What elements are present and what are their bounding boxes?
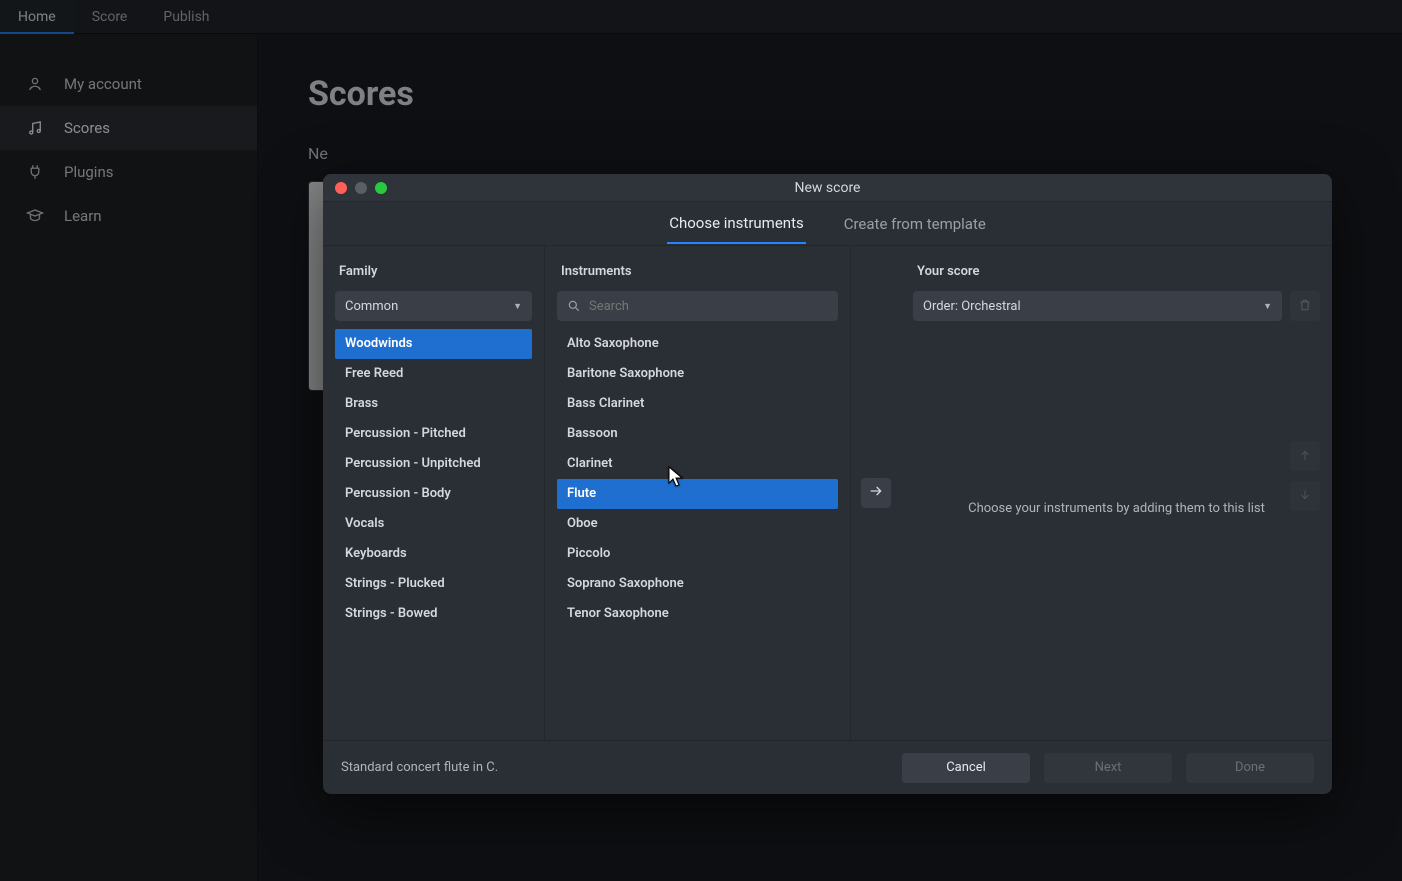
instrument-item[interactable]: Flute [557, 479, 838, 509]
empty-score-message: Choose your instruments by adding them t… [901, 501, 1332, 516]
family-item[interactable]: Brass [335, 389, 532, 419]
instrument-item[interactable]: Clarinet [557, 449, 838, 479]
instrument-item[interactable]: Soprano Saxophone [557, 569, 838, 599]
trash-icon [1298, 297, 1312, 316]
delete-instrument-button [1290, 291, 1320, 321]
your-score-heading: Your score [917, 264, 1320, 279]
instrument-item[interactable]: Tenor Saxophone [557, 599, 838, 629]
tab-create-from-template[interactable]: Create from template [842, 205, 988, 243]
tab-choose-instruments[interactable]: Choose instruments [667, 204, 806, 244]
instrument-item[interactable]: Oboe [557, 509, 838, 539]
dialog-titlebar[interactable]: New score [323, 174, 1332, 202]
search-icon [567, 299, 581, 313]
instrument-item[interactable]: Baritone Saxophone [557, 359, 838, 389]
instruments-heading: Instruments [561, 264, 838, 279]
arrow-right-icon [868, 483, 884, 503]
add-instrument-button[interactable] [861, 478, 891, 508]
score-order-select[interactable]: Order: Orchestral ▼ [913, 291, 1282, 321]
family-item[interactable]: Woodwinds [335, 329, 532, 359]
arrow-down-icon [1298, 487, 1312, 506]
family-item[interactable]: Percussion - Pitched [335, 419, 532, 449]
next-button: Next [1044, 753, 1172, 783]
instruments-panel: Instruments Alto Saxophone Baritone Saxo… [545, 246, 851, 740]
tab-label: Choose instruments [669, 214, 804, 232]
done-button: Done [1186, 753, 1314, 783]
reorder-controls [1290, 441, 1320, 511]
family-item[interactable]: Free Reed [335, 359, 532, 389]
select-value: Common [345, 299, 398, 314]
move-up-button [1290, 441, 1320, 471]
instrument-item[interactable]: Bassoon [557, 419, 838, 449]
arrow-up-icon [1298, 447, 1312, 466]
add-column [851, 246, 901, 740]
search-input[interactable] [589, 299, 828, 314]
family-list: Woodwinds Free Reed Brass Percussion - P… [335, 329, 532, 629]
instrument-item[interactable]: Piccolo [557, 539, 838, 569]
dialog-tabs: Choose instruments Create from template [323, 202, 1332, 246]
family-item[interactable]: Percussion - Unpitched [335, 449, 532, 479]
family-item[interactable]: Vocals [335, 509, 532, 539]
chevron-down-icon: ▼ [513, 301, 522, 312]
chevron-down-icon: ▼ [1263, 301, 1272, 312]
instrument-hint: Standard concert flute in C. [341, 760, 888, 775]
select-value: Order: Orchestral [923, 299, 1021, 314]
cancel-button[interactable]: Cancel [902, 753, 1030, 783]
family-heading: Family [339, 264, 532, 279]
new-score-dialog: New score Choose instruments Create from… [323, 174, 1332, 794]
family-item[interactable]: Keyboards [335, 539, 532, 569]
instruments-search[interactable] [557, 291, 838, 321]
tab-label: Create from template [844, 215, 986, 233]
move-down-button [1290, 481, 1320, 511]
instrument-item[interactable]: Alto Saxophone [557, 329, 838, 359]
family-category-select[interactable]: Common ▼ [335, 291, 532, 321]
family-item[interactable]: Strings - Plucked [335, 569, 532, 599]
your-score-panel: Your score Order: Orchestral ▼ Choose yo… [901, 246, 1332, 740]
family-item[interactable]: Strings - Bowed [335, 599, 532, 629]
instrument-item[interactable]: Bass Clarinet [557, 389, 838, 419]
family-item[interactable]: Percussion - Body [335, 479, 532, 509]
family-panel: Family Common ▼ Woodwinds Free Reed Bras… [323, 246, 545, 740]
dialog-title: New score [323, 180, 1332, 196]
dialog-footer: Standard concert flute in C. Cancel Next… [323, 740, 1332, 794]
instruments-list: Alto Saxophone Baritone Saxophone Bass C… [557, 329, 838, 629]
